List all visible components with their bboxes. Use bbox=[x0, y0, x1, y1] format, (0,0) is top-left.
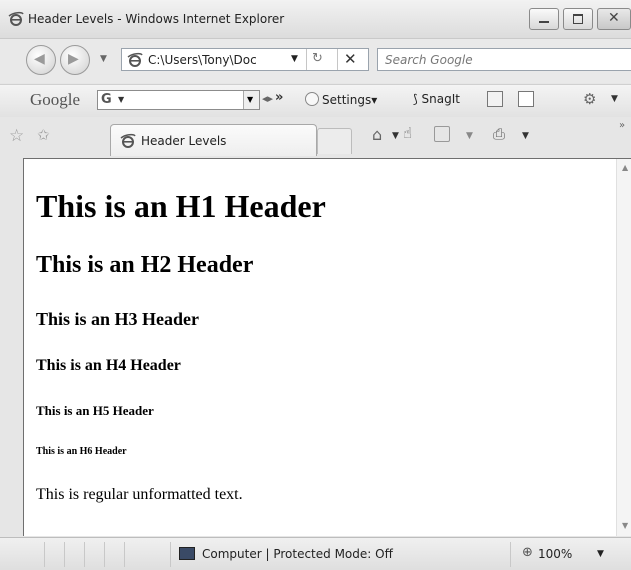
scroll-up-icon[interactable]: ▲ bbox=[622, 163, 628, 172]
maximize-button[interactable] bbox=[563, 8, 593, 30]
back-icon: ◀ bbox=[34, 51, 45, 67]
tab-row: ☆ ✩ Header Levels ⌂ ▼ ☝ ▼ ⎙ ▼ » bbox=[0, 117, 631, 156]
feeds-dropdown-icon[interactable]: ▼ bbox=[466, 131, 473, 141]
zoom-level[interactable]: 100% bbox=[538, 547, 572, 561]
h2-header: This is an H2 Header bbox=[36, 252, 254, 278]
home-dropdown-icon[interactable]: ▼ bbox=[392, 131, 399, 141]
google-logo: Google bbox=[30, 90, 81, 109]
maximize-icon bbox=[573, 14, 583, 24]
favorites-star-icon[interactable]: ☆ bbox=[9, 126, 24, 146]
research-icon[interactable]: ☝ bbox=[403, 124, 412, 142]
status-divider bbox=[84, 542, 85, 567]
tab-header-levels[interactable]: Header Levels bbox=[110, 124, 317, 156]
minimize-icon bbox=[539, 21, 549, 23]
search-placeholder: Search Google bbox=[385, 53, 473, 67]
home-icon[interactable]: ⌂ bbox=[372, 125, 382, 144]
address-bar[interactable]: C:\Users\Tony\Doc ▼ ↻ ✕ bbox=[121, 48, 369, 71]
google-search-input[interactable]: G ▼ ▼ bbox=[97, 90, 260, 110]
computer-icon bbox=[179, 547, 195, 560]
back-button[interactable]: ◀ bbox=[26, 45, 56, 75]
snagit-label: SnagIt bbox=[421, 92, 460, 106]
print-dropdown-icon[interactable]: ▼ bbox=[522, 131, 529, 141]
google-search-prefix: G bbox=[101, 92, 112, 107]
search-box[interactable]: Search Google bbox=[377, 48, 631, 71]
status-bar: Computer | Protected Mode: Off ⊕ 100% ▼ bbox=[0, 537, 631, 570]
capture-window-icon[interactable] bbox=[487, 91, 503, 107]
status-divider bbox=[170, 542, 171, 567]
ie-window: Header Levels - Windows Internet Explore… bbox=[0, 0, 631, 570]
status-divider bbox=[104, 542, 105, 567]
navigation-bar: ◀ ▶ ▼ C:\Users\Tony\Doc ▼ ↻ ✕ Search Goo… bbox=[0, 39, 631, 83]
refresh-icon[interactable]: ↻ bbox=[312, 51, 323, 66]
more-buttons-icon[interactable]: » bbox=[275, 90, 283, 105]
address-divider bbox=[306, 49, 307, 70]
h3-header: This is an H3 Header bbox=[36, 309, 200, 329]
h5-header: This is an H5 Header bbox=[36, 403, 154, 418]
recent-pages-dropdown[interactable]: ▼ bbox=[100, 54, 107, 64]
tab-label: Header Levels bbox=[141, 134, 227, 148]
google-search-dropdown-icon[interactable]: ▼ bbox=[118, 95, 124, 104]
address-dropdown-icon[interactable]: ▼ bbox=[291, 54, 298, 64]
new-tab-button[interactable] bbox=[317, 128, 352, 154]
more-tools-icon[interactable]: » bbox=[619, 120, 625, 131]
h6-header: This is an H6 Header bbox=[36, 446, 127, 457]
status-divider bbox=[44, 542, 45, 567]
feeds-icon[interactable] bbox=[434, 126, 450, 142]
forward-button[interactable]: ▶ bbox=[60, 45, 90, 75]
status-divider bbox=[64, 542, 65, 567]
h1-header: This is an H1 Header bbox=[36, 188, 326, 224]
ie-logo-icon bbox=[8, 11, 24, 26]
print-icon[interactable]: ⎙ bbox=[493, 125, 505, 143]
vertical-scrollbar[interactable]: ▲ ▼ bbox=[616, 159, 631, 536]
settings-label: Settings bbox=[322, 93, 372, 107]
status-divider bbox=[510, 542, 511, 567]
status-divider bbox=[124, 542, 125, 567]
zoom-dropdown-icon[interactable]: ▼ bbox=[597, 549, 604, 559]
chevron-down-icon: ▼ bbox=[247, 95, 254, 104]
window-title: Header Levels - Windows Internet Explore… bbox=[28, 12, 285, 26]
close-button[interactable]: ✕ bbox=[597, 8, 631, 30]
capture-page-icon[interactable] bbox=[518, 91, 534, 107]
globe-dropdown-icon[interactable]: ▼ bbox=[611, 94, 618, 104]
page-viewport: This is an H1 Header This is an H2 Heade… bbox=[23, 158, 631, 536]
forward-icon: ▶ bbox=[68, 51, 79, 67]
stop-icon[interactable]: ✕ bbox=[344, 50, 357, 68]
page-icon bbox=[120, 133, 136, 148]
window-controls: ✕ bbox=[529, 8, 631, 30]
toolbar-separator-icon: ◂▸ bbox=[262, 92, 274, 105]
zoom-icon[interactable]: ⊕ bbox=[522, 545, 533, 560]
regular-text: This is regular unformatted text. bbox=[36, 486, 243, 503]
security-zone-text[interactable]: Computer | Protected Mode: Off bbox=[202, 547, 393, 561]
title-bar: Header Levels - Windows Internet Explore… bbox=[0, 0, 631, 39]
snagit-button[interactable]: ⟆ SnagIt bbox=[413, 92, 460, 106]
settings-icon bbox=[305, 92, 319, 106]
globe-icon[interactable]: ⚙ bbox=[583, 90, 596, 108]
h4-header: This is an H4 Header bbox=[36, 357, 181, 374]
close-icon: ✕ bbox=[608, 10, 620, 26]
address-text: C:\Users\Tony\Doc bbox=[148, 53, 257, 67]
google-search-dropdown-button[interactable]: ▼ bbox=[243, 91, 259, 109]
snagit-icon: ⟆ bbox=[413, 92, 418, 106]
address-divider bbox=[337, 49, 338, 70]
google-toolbar: Google G ▼ ▼ ◂▸ » Settings▾ ⟆ SnagIt ⚙ ▼ bbox=[0, 84, 631, 118]
add-favorites-icon[interactable]: ✩ bbox=[37, 126, 50, 144]
minimize-button[interactable] bbox=[529, 8, 559, 30]
scroll-down-icon[interactable]: ▼ bbox=[622, 521, 628, 530]
settings-button[interactable]: Settings▾ bbox=[305, 92, 377, 107]
page-icon bbox=[127, 52, 143, 67]
